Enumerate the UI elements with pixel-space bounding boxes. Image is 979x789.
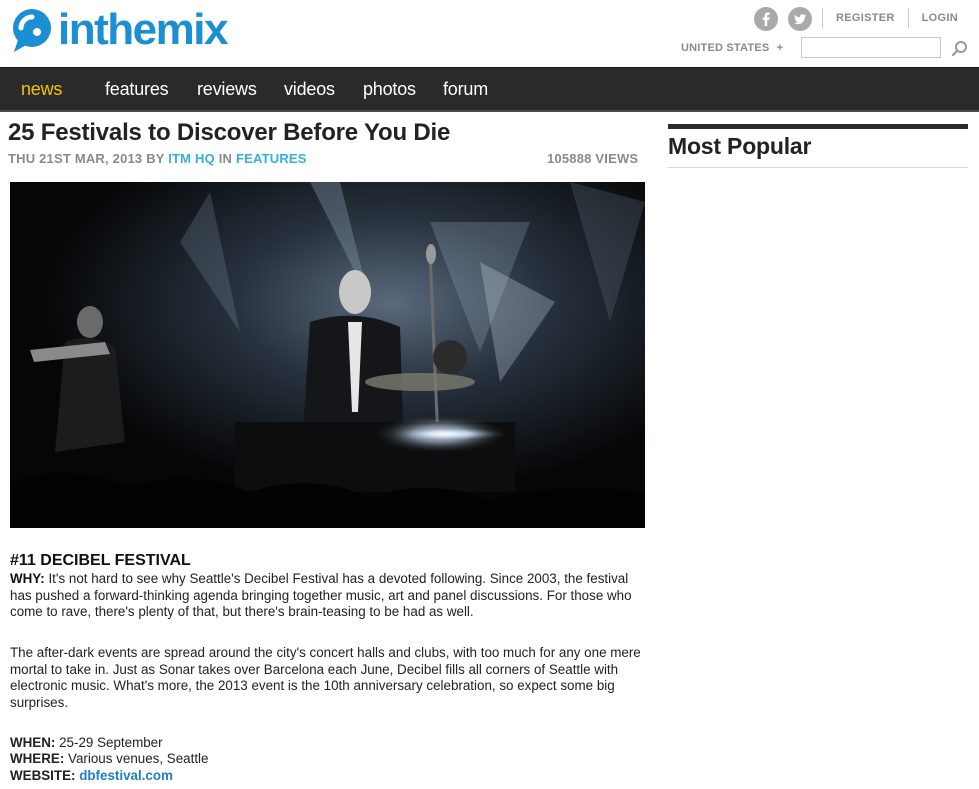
nav-videos[interactable]: videos xyxy=(284,79,335,100)
sidebar-top-rule xyxy=(668,124,968,129)
why-label: WHY: xyxy=(10,571,45,586)
main-nav: news features reviews videos photos foru… xyxy=(0,67,979,112)
section-heading: #11 DECIBEL FESTIVAL xyxy=(10,552,191,569)
when-line: WHEN: 25-29 September xyxy=(10,735,163,752)
site-header: inthemix REGISTER LOGIN UNITED STATES + xyxy=(0,0,979,67)
sidebar-divider xyxy=(668,167,968,168)
why-text: It's not hard to see why Seattle's Decib… xyxy=(10,571,632,619)
nav-news[interactable]: news xyxy=(21,79,62,100)
website-label: WEBSITE: xyxy=(10,768,76,783)
nav-photos[interactable]: photos xyxy=(363,79,416,100)
body-paragraph: The after-dark events are spread around … xyxy=(10,645,641,710)
facebook-icon[interactable] xyxy=(754,7,778,31)
site-logo[interactable]: inthemix xyxy=(8,5,228,54)
nav-reviews[interactable]: reviews xyxy=(197,79,257,100)
when-value: 25-29 September xyxy=(59,735,163,750)
most-popular-heading: Most Popular xyxy=(668,133,812,159)
website-line: WEBSITE: dbfestival.com xyxy=(10,768,173,785)
author-link[interactable]: ITM HQ xyxy=(168,151,215,166)
logo-bubble-icon xyxy=(8,6,56,54)
search-icon[interactable] xyxy=(951,40,969,58)
where-line: WHERE: Various venues, Seattle xyxy=(10,751,209,768)
article-by: BY xyxy=(146,151,165,166)
twitter-icon[interactable] xyxy=(788,7,812,31)
social-links xyxy=(754,7,812,31)
account-links: REGISTER LOGIN xyxy=(822,8,971,28)
article-in: IN xyxy=(218,151,233,166)
search-input[interactable] xyxy=(801,37,941,58)
article-meta: THU 21ST MAR, 2013 BY ITM HQ IN FEATURES xyxy=(8,151,307,166)
nav-forum[interactable]: forum xyxy=(443,79,488,100)
where-label: WHERE: xyxy=(10,751,65,766)
region-label: UNITED STATES xyxy=(681,42,770,54)
view-count: 105888 VIEWS xyxy=(547,151,639,166)
article-title: 25 Festivals to Discover Before You Die xyxy=(8,119,451,146)
website-link[interactable]: dbfestival.com xyxy=(79,768,173,783)
login-link[interactable]: LOGIN xyxy=(907,8,971,28)
nav-features[interactable]: features xyxy=(105,79,169,100)
where-value: Various venues, Seattle xyxy=(68,751,209,766)
article-hero-image xyxy=(10,182,645,528)
region-selector[interactable]: UNITED STATES + xyxy=(681,42,783,54)
logo-text: inthemix xyxy=(58,5,228,54)
article-date: THU 21ST MAR, 2013 xyxy=(8,151,143,166)
register-link[interactable]: REGISTER xyxy=(822,8,908,28)
category-link[interactable]: FEATURES xyxy=(236,151,307,166)
why-paragraph: WHY: It's not hard to see why Seattle's … xyxy=(10,571,650,621)
when-label: WHEN: xyxy=(10,735,56,750)
region-toggle: + xyxy=(776,42,784,54)
